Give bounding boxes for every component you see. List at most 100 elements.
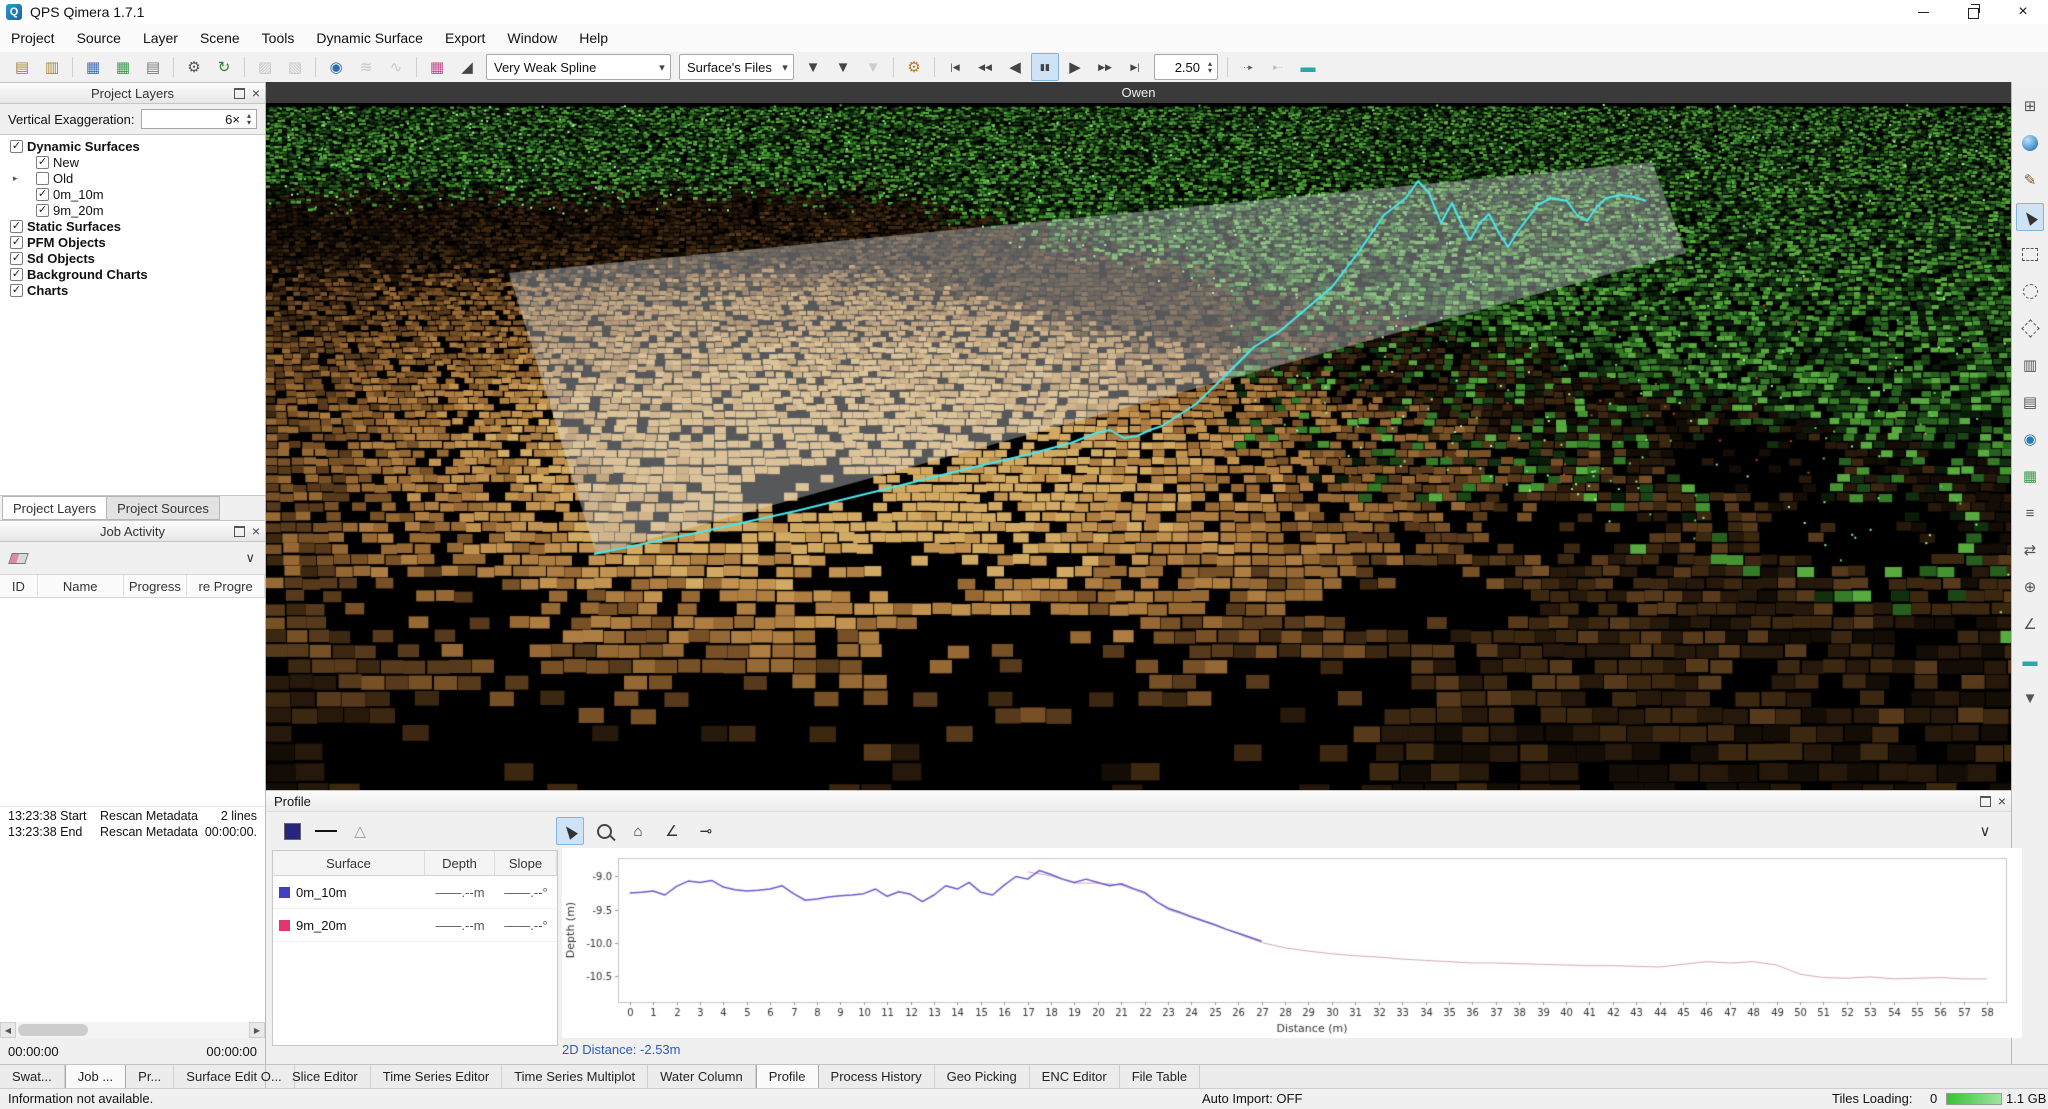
close-button[interactable]: × bbox=[1998, 0, 2048, 24]
tab-surface-edit-o[interactable]: Surface Edit O... bbox=[174, 1065, 294, 1088]
tab-profile[interactable]: Profile bbox=[756, 1065, 819, 1088]
close-panel-icon[interactable]: × bbox=[252, 86, 260, 100]
skip-end-icon[interactable]: ▶| bbox=[1121, 53, 1149, 81]
tree-item-new[interactable]: ✓New bbox=[0, 154, 265, 170]
scrollbar-track[interactable] bbox=[16, 1022, 249, 1038]
measure-tool-icon[interactable]: ∠ bbox=[658, 817, 686, 845]
menu-help[interactable]: Help bbox=[568, 24, 619, 52]
slice-back-icon[interactable]: ∙∙▸ bbox=[1234, 53, 1262, 81]
table-row-9m-20m[interactable]: 9m_20m——.--m——.--° bbox=[273, 909, 557, 942]
filter-view-icon[interactable]: ▼ bbox=[2016, 684, 2044, 712]
profile-chart[interactable] bbox=[562, 848, 2022, 1038]
surface-tool-icon[interactable]: ▨ bbox=[251, 53, 279, 81]
settings-gear-icon[interactable]: ⚙ bbox=[180, 53, 208, 81]
menu-layer[interactable]: Layer bbox=[132, 24, 189, 52]
palette-strip-icon[interactable]: ▬ bbox=[2016, 647, 2044, 675]
interval-spinner[interactable]: 2.50▴▾ bbox=[1154, 54, 1218, 80]
tab-process-history[interactable]: Process History bbox=[819, 1065, 935, 1088]
checkbox[interactable]: ✓ bbox=[36, 188, 49, 201]
snapshot-icon[interactable]: ▤ bbox=[2016, 388, 2044, 416]
line-style-picker[interactable] bbox=[312, 817, 340, 845]
color-brush-icon[interactable]: ✎ bbox=[2016, 166, 2044, 194]
restore-button[interactable] bbox=[1948, 0, 1998, 24]
add-raw-sonar-icon[interactable]: ▦ bbox=[79, 53, 107, 81]
skip-start-icon[interactable]: |◀ bbox=[941, 53, 969, 81]
tree-item-dynamic-surfaces[interactable]: ✓Dynamic Surfaces bbox=[0, 138, 265, 154]
fast-forward-icon[interactable]: ▶▶ bbox=[1091, 53, 1119, 81]
new-project-icon[interactable]: ▤ bbox=[8, 53, 36, 81]
checkbox[interactable]: ✓ bbox=[36, 204, 49, 217]
tree-item-0m-10m[interactable]: ✓0m_10m bbox=[0, 186, 265, 202]
expand-icon[interactable]: ▸ bbox=[13, 173, 18, 184]
run-filter-gear-icon[interactable]: ⚙ bbox=[900, 53, 928, 81]
3d-view-canvas[interactable] bbox=[266, 103, 2011, 790]
step-back-icon[interactable]: ◀ bbox=[1001, 53, 1029, 81]
tab-job[interactable]: Job ... bbox=[65, 1065, 126, 1088]
tab-file-table[interactable]: File Table bbox=[1120, 1065, 1200, 1088]
tree-item-charts[interactable]: ✓Charts bbox=[0, 282, 265, 298]
tab-project-sources[interactable]: Project Sources bbox=[106, 496, 220, 520]
globe-icon[interactable]: ◉ bbox=[2016, 425, 2044, 453]
spline-filter-icon[interactable]: ◢ bbox=[453, 53, 481, 81]
checkbox[interactable]: ✓ bbox=[36, 156, 49, 169]
measure-angle-icon[interactable]: ∠ bbox=[2016, 610, 2044, 638]
sv-cast-icon[interactable]: ∿ bbox=[382, 53, 410, 81]
scrollbar-thumb[interactable] bbox=[18, 1024, 88, 1036]
marker-triangle-icon[interactable]: △ bbox=[346, 817, 374, 845]
water-column-icon[interactable]: ◉ bbox=[322, 53, 350, 81]
close-panel-icon[interactable]: × bbox=[1998, 794, 2006, 808]
column-header-depth[interactable]: Depth bbox=[425, 851, 495, 875]
menu-project[interactable]: Project bbox=[0, 24, 66, 52]
line-color-swatch[interactable] bbox=[278, 817, 306, 845]
menu-window[interactable]: Window bbox=[496, 24, 568, 52]
sv-profile-icon[interactable]: ≋ bbox=[352, 53, 380, 81]
rescan-icon[interactable]: ↻ bbox=[210, 53, 238, 81]
scroll-right-icon[interactable]: ▶ bbox=[249, 1022, 265, 1038]
checkbox[interactable]: ✓ bbox=[10, 236, 23, 249]
column-header-surface[interactable]: Surface bbox=[273, 851, 425, 875]
collapse-panel-icon[interactable]: ∨ bbox=[1971, 817, 1999, 845]
filter-area-icon[interactable]: ▼ bbox=[859, 53, 887, 81]
add-processed-points-icon[interactable]: ▦ bbox=[109, 53, 137, 81]
pick-point-icon[interactable]: ⊸ bbox=[692, 817, 720, 845]
tree-item-sd-objects[interactable]: ✓Sd Objects bbox=[0, 250, 265, 266]
chevron-down-icon[interactable]: ∨ bbox=[245, 550, 255, 566]
spin-down-icon[interactable]: ▾ bbox=[247, 119, 251, 126]
checkbox[interactable]: ✓ bbox=[10, 268, 23, 281]
data-table-icon[interactable]: ⊞ bbox=[2016, 92, 2044, 120]
rewind-icon[interactable]: ◀◀ bbox=[971, 53, 999, 81]
pause-icon[interactable]: ▮▮ bbox=[1031, 53, 1059, 81]
checkbox[interactable]: ✓ bbox=[10, 140, 23, 153]
grid-color-icon[interactable]: ▦ bbox=[2016, 462, 2044, 490]
home-view-icon[interactable]: ⌂ bbox=[624, 817, 652, 845]
column-header-slope[interactable]: Slope bbox=[495, 851, 557, 875]
menu-tools[interactable]: Tools bbox=[251, 24, 306, 52]
menu-export[interactable]: Export bbox=[434, 24, 496, 52]
swap-view-icon[interactable]: ⇄ bbox=[2016, 536, 2044, 564]
close-panel-icon[interactable]: × bbox=[252, 524, 260, 538]
tree-item-static-surfaces[interactable]: ✓Static Surfaces bbox=[0, 218, 265, 234]
menu-source[interactable]: Source bbox=[66, 24, 132, 52]
palette-icon[interactable]: ▬ bbox=[1294, 53, 1322, 81]
tab-project-layers[interactable]: Project Layers bbox=[2, 496, 107, 520]
job-scrollbar[interactable]: ◀ ▶ bbox=[0, 1022, 265, 1038]
checkbox[interactable]: ✓ bbox=[10, 220, 23, 233]
minimize-button[interactable] bbox=[1898, 0, 1948, 24]
open-project-icon[interactable]: ▥ bbox=[38, 53, 66, 81]
filter-scope-combo[interactable]: Surface's Files▾ bbox=[679, 54, 794, 80]
vertical-exaggeration-spinner[interactable]: 6× ▴▾ bbox=[141, 109, 257, 129]
layers-icon[interactable]: ≡ bbox=[2016, 499, 2044, 527]
tab-swat[interactable]: Swat... bbox=[0, 1065, 65, 1088]
add-surface-icon[interactable]: ▤ bbox=[139, 53, 167, 81]
select-poly-icon[interactable] bbox=[2016, 314, 2044, 342]
menu-dynamic-surface[interactable]: Dynamic Surface bbox=[305, 24, 434, 52]
color-grid-icon[interactable]: ▦ bbox=[423, 53, 451, 81]
float-panel-icon[interactable] bbox=[1980, 796, 1991, 807]
menu-scene[interactable]: Scene bbox=[189, 24, 251, 52]
tree-item-9m-20m[interactable]: ✓9m_20m bbox=[0, 202, 265, 218]
checkbox[interactable]: ✓ bbox=[10, 252, 23, 265]
spline-strength-combo[interactable]: Very Weak Spline▾ bbox=[486, 54, 671, 80]
spin-down-icon[interactable]: ▾ bbox=[1208, 67, 1212, 74]
filter-accept-icon[interactable]: ▼ bbox=[799, 53, 827, 81]
select-rect-icon[interactable] bbox=[2016, 240, 2044, 268]
